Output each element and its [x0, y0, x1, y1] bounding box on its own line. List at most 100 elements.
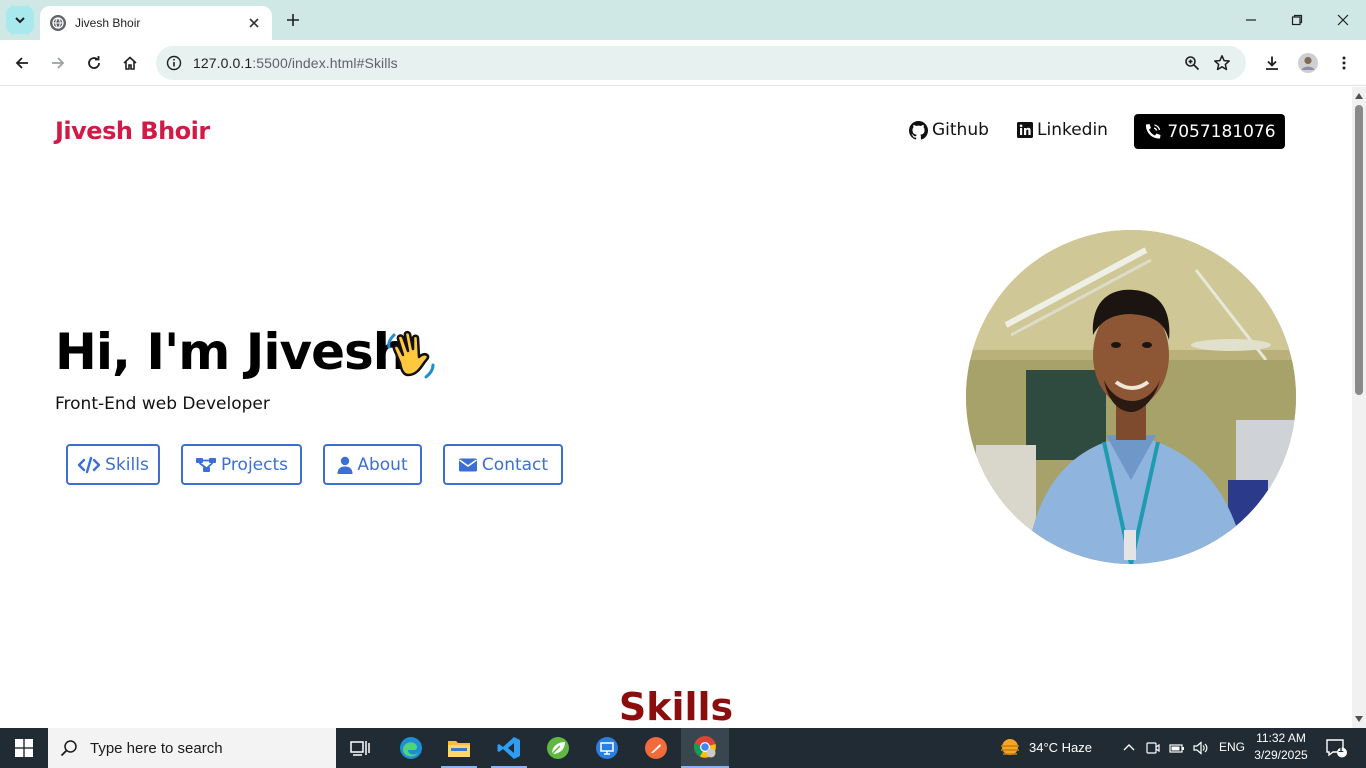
start-button[interactable]: [0, 728, 48, 768]
forward-button[interactable]: [45, 50, 71, 76]
linkedin-link[interactable]: Linkedin: [1017, 120, 1108, 140]
contact-button[interactable]: Contact: [443, 444, 563, 485]
about-button-label: About: [357, 454, 408, 475]
volume-icon[interactable]: [1192, 740, 1208, 756]
spring-tool-app[interactable]: [534, 728, 582, 768]
file-explorer-app[interactable]: [435, 728, 483, 768]
about-button[interactable]: About: [323, 444, 422, 485]
minimize-button[interactable]: [1228, 0, 1274, 40]
browser-tab[interactable]: Jivesh Bhoir: [40, 6, 272, 40]
downloads-button[interactable]: [1259, 50, 1285, 76]
github-label: Github: [932, 120, 989, 140]
restore-button[interactable]: [1274, 0, 1320, 40]
code-icon: [77, 456, 101, 473]
url-text: 127.0.0.1:5500/index.html#Skills: [193, 55, 398, 71]
close-icon: [1337, 14, 1349, 26]
close-tab-icon[interactable]: [246, 15, 262, 31]
search-placeholder: Type here to search: [90, 739, 223, 757]
skills-button-label: Skills: [105, 454, 149, 475]
profile-avatar[interactable]: [1295, 50, 1321, 76]
notification-center-button[interactable]: 1: [1325, 738, 1347, 758]
show-hidden-icons-chevron-icon[interactable]: [1121, 740, 1137, 756]
tab-title: Jivesh Bhoir: [75, 16, 141, 30]
chevron-down-icon: [15, 17, 25, 24]
bookmark-star-icon[interactable]: [1213, 54, 1231, 77]
vscode-app[interactable]: [485, 728, 533, 768]
search-icon: [60, 740, 77, 757]
projects-button-label: Projects: [220, 454, 289, 475]
battery-icon[interactable]: [1169, 740, 1185, 756]
github-icon: [909, 120, 928, 140]
chrome-app[interactable]: [681, 728, 729, 768]
github-link[interactable]: Github: [909, 120, 989, 140]
user-icon: [337, 456, 353, 474]
remote-desktop-app[interactable]: [583, 728, 631, 768]
taskbar-search-box[interactable]: Type here to search: [48, 728, 336, 768]
meet-now-icon[interactable]: [1145, 740, 1161, 756]
page-scrollbar[interactable]: [1352, 87, 1366, 728]
envelope-icon: [458, 458, 477, 471]
hero-title: Hi, I'm Jivesh: [55, 323, 408, 381]
skills-section-title: Skills: [618, 685, 734, 728]
postman-app[interactable]: [632, 728, 680, 768]
waving-hand-icon: [382, 325, 440, 388]
site-info-icon[interactable]: [166, 55, 182, 71]
clock[interactable]: 11:32 AM 3/29/2025: [1252, 731, 1310, 762]
reload-icon: [88, 56, 100, 69]
contact-button-label: Contact: [481, 454, 549, 475]
home-icon: [123, 56, 137, 70]
edge-app[interactable]: [387, 728, 435, 768]
phone-volume-icon: [1146, 123, 1161, 139]
scroll-down-arrow-icon[interactable]: [1355, 716, 1363, 722]
home-button[interactable]: [117, 50, 143, 76]
task-view-icon: [350, 741, 370, 756]
page-viewport: Jivesh Bhoir Github Linkedin 7057181076 …: [0, 87, 1352, 728]
notification-count: 1: [1338, 744, 1344, 755]
hero-subtitle: Front-End web Developer: [55, 394, 270, 414]
input-language[interactable]: ENG: [1219, 740, 1245, 754]
back-button[interactable]: [9, 50, 35, 76]
clock-time: 11:32 AM: [1256, 731, 1306, 745]
globe-icon: [50, 15, 66, 31]
arrow-right-icon: [52, 57, 65, 69]
new-tab-button[interactable]: [282, 9, 304, 31]
tab-search-button[interactable]: [6, 6, 34, 34]
minimize-icon: [1246, 19, 1256, 21]
zoom-icon[interactable]: [1184, 55, 1200, 76]
postman-icon: [645, 737, 667, 759]
download-icon: [1266, 56, 1278, 70]
clock-date: 3/29/2025: [1254, 748, 1308, 762]
edge-icon: [400, 737, 422, 759]
browser-tabbar: Jivesh Bhoir: [0, 0, 1366, 40]
scroll-up-arrow-icon[interactable]: [1355, 93, 1363, 99]
windows-logo-icon: [15, 739, 33, 757]
profile-photo: [966, 230, 1296, 564]
weather-text[interactable]: 34°C Haze: [1029, 740, 1092, 755]
task-view-button[interactable]: [336, 728, 384, 768]
close-window-button[interactable]: [1320, 0, 1366, 40]
vscode-icon: [497, 737, 520, 759]
remote-desktop-icon: [596, 737, 618, 759]
browser-toolbar: 127.0.0.1:5500/index.html#Skills: [0, 40, 1366, 86]
sitemap-icon: [195, 457, 216, 472]
site-brand[interactable]: Jivesh Bhoir: [55, 117, 210, 145]
reload-button[interactable]: [81, 50, 107, 76]
projects-button[interactable]: Projects: [181, 444, 302, 485]
folder-icon: [448, 741, 470, 757]
skills-button[interactable]: Skills: [66, 444, 160, 485]
spring-leaf-icon: [547, 737, 569, 759]
scroll-thumb[interactable]: [1355, 105, 1363, 395]
weather-haze-icon[interactable]: [999, 738, 1021, 758]
plus-icon: [287, 14, 299, 26]
phone-number: 7057181076: [1167, 121, 1276, 142]
phone-button[interactable]: 7057181076: [1134, 114, 1285, 149]
url-path: :5500/index.html#Skills: [252, 55, 398, 71]
chrome-icon: [694, 736, 716, 758]
browser-menu-button[interactable]: [1331, 50, 1357, 76]
linkedin-label: Linkedin: [1037, 120, 1108, 140]
url-host: 127.0.0.1: [193, 55, 253, 71]
linkedin-icon: [1017, 122, 1033, 138]
arrow-left-icon: [15, 57, 28, 69]
windows-taskbar: Type here to search 34°C Haze ENG 11:32: [0, 728, 1366, 768]
address-bar[interactable]: 127.0.0.1:5500/index.html#Skills: [156, 46, 1246, 80]
